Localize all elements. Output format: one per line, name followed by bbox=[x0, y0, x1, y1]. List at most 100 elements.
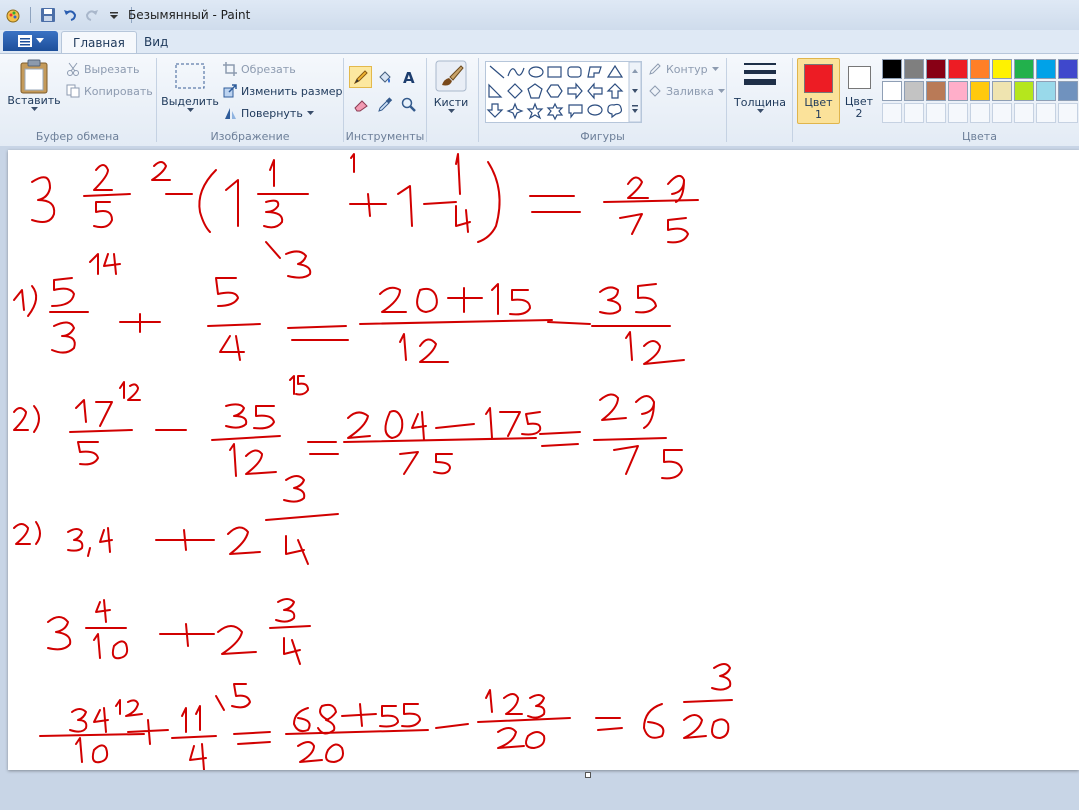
palette-color-swatch[interactable] bbox=[970, 81, 990, 101]
custom-color-slot[interactable] bbox=[904, 103, 924, 123]
outline-button[interactable]: Контур bbox=[648, 62, 719, 76]
palette-color-swatch[interactable] bbox=[1036, 59, 1056, 79]
outline-label: Контур bbox=[666, 62, 708, 76]
color2-button[interactable]: Цвет 2 bbox=[843, 58, 875, 122]
tab-home[interactable]: Главная bbox=[61, 31, 137, 54]
oval-callout-shape-icon bbox=[587, 104, 603, 116]
custom-color-slot[interactable] bbox=[926, 103, 946, 123]
shapes-gallery bbox=[485, 61, 642, 123]
copy-label: Копировать bbox=[84, 84, 153, 98]
quick-access-toolbar bbox=[4, 6, 136, 24]
select-button[interactable]: Выделить bbox=[161, 62, 219, 113]
canvas-area bbox=[0, 146, 1079, 810]
outline-pen-icon bbox=[649, 63, 661, 75]
six-point-star-shape-icon bbox=[546, 102, 564, 121]
custom-color-slot[interactable] bbox=[948, 103, 968, 123]
custom-color-slot[interactable] bbox=[1014, 103, 1034, 123]
save-icon[interactable] bbox=[39, 6, 57, 24]
palette-color-swatch[interactable] bbox=[926, 59, 946, 79]
title-bar: Безымянный - Paint bbox=[0, 0, 1079, 31]
palette-color-swatch[interactable] bbox=[992, 81, 1012, 101]
chevron-down-icon bbox=[717, 88, 725, 93]
clipboard-icon bbox=[20, 59, 48, 94]
crop-label: Обрезать bbox=[241, 62, 296, 76]
custom-color-slot[interactable] bbox=[1036, 103, 1056, 123]
brushes-label: Кисти bbox=[433, 96, 469, 109]
copy-button[interactable]: Копировать bbox=[66, 84, 153, 98]
palette-color-swatch[interactable] bbox=[926, 81, 946, 101]
redo-icon[interactable] bbox=[83, 6, 101, 24]
polygon-shape-icon bbox=[587, 66, 602, 78]
undo-icon[interactable] bbox=[61, 6, 79, 24]
palette-color-swatch[interactable] bbox=[992, 59, 1012, 79]
custom-color-slot[interactable] bbox=[970, 103, 990, 123]
palette-color-swatch[interactable] bbox=[1058, 81, 1078, 101]
palette-color-swatch[interactable] bbox=[970, 59, 990, 79]
palette-color-swatch[interactable] bbox=[948, 59, 968, 79]
chevron-down-icon bbox=[35, 38, 44, 43]
palette-color-swatch[interactable] bbox=[948, 81, 968, 101]
palette-color-swatch[interactable] bbox=[1014, 81, 1034, 101]
thickness-button[interactable]: Толщина bbox=[732, 62, 788, 114]
four-point-star-shape-icon bbox=[506, 102, 524, 120]
line-shape-icon bbox=[489, 65, 505, 79]
customize-qat-icon[interactable] bbox=[105, 6, 123, 24]
palette-color-swatch[interactable] bbox=[1014, 59, 1034, 79]
rotate-icon bbox=[225, 108, 236, 119]
scissors-icon bbox=[67, 62, 79, 76]
image-group-label: Изображение bbox=[210, 130, 290, 143]
magnifier-icon bbox=[401, 97, 416, 112]
palette-color-swatch[interactable] bbox=[882, 81, 902, 101]
up-arrow-shape-icon bbox=[606, 83, 624, 99]
color-picker-tool[interactable] bbox=[373, 94, 396, 116]
canvas-resize-handle[interactable] bbox=[585, 772, 591, 778]
svg-text:A: A bbox=[403, 69, 415, 85]
select-rect-icon bbox=[175, 63, 205, 89]
shapes-group-label: Фигуры bbox=[580, 130, 625, 143]
colors-group-label: Цвета bbox=[962, 130, 997, 143]
custom-color-slot[interactable] bbox=[1058, 103, 1078, 123]
chevron-down-icon bbox=[447, 109, 455, 113]
hexagon-shape-icon bbox=[546, 84, 563, 98]
paste-button[interactable]: Вставить bbox=[7, 58, 61, 112]
diamond-shape-icon bbox=[507, 83, 523, 99]
palette-color-swatch[interactable] bbox=[1036, 81, 1056, 101]
palette-color-swatch[interactable] bbox=[882, 59, 902, 79]
clipboard-group-label: Буфер обмена bbox=[35, 130, 120, 143]
rotate-button[interactable]: Повернуть bbox=[223, 106, 314, 120]
chevron-down-icon bbox=[186, 108, 194, 112]
cut-button[interactable]: Вырезать bbox=[66, 62, 139, 76]
custom-color-slot[interactable] bbox=[992, 103, 1012, 123]
cut-label: Вырезать bbox=[84, 62, 140, 76]
five-point-star-shape-icon bbox=[526, 102, 544, 120]
thickness-label: Толщина bbox=[734, 96, 786, 109]
divider bbox=[30, 7, 31, 23]
chevron-down-icon bbox=[756, 109, 764, 113]
color1-button[interactable]: Цвет 1 bbox=[797, 58, 840, 124]
fill-label: Заливка bbox=[666, 84, 714, 98]
copy-icon bbox=[66, 84, 80, 98]
palette-color-swatch[interactable] bbox=[904, 59, 924, 79]
right-arrow-shape-icon bbox=[567, 82, 583, 100]
drawing-canvas[interactable] bbox=[8, 150, 1079, 771]
fill-button[interactable]: Заливка bbox=[648, 84, 725, 98]
text-tool[interactable]: A bbox=[397, 66, 420, 88]
application-menu-button[interactable] bbox=[3, 31, 58, 51]
chevron-down-icon bbox=[306, 110, 314, 115]
paint-app-icon[interactable] bbox=[4, 6, 22, 24]
pencil-tool[interactable] bbox=[349, 66, 372, 88]
palette-color-swatch[interactable] bbox=[1058, 59, 1078, 79]
pentagon-shape-icon bbox=[527, 83, 543, 99]
fill-tool[interactable] bbox=[373, 66, 396, 88]
select-label: Выделить bbox=[161, 95, 219, 108]
tab-view[interactable]: Вид bbox=[133, 31, 179, 53]
palette-color-swatch[interactable] bbox=[904, 81, 924, 101]
rotate-label: Повернуть bbox=[241, 106, 303, 120]
custom-color-slot[interactable] bbox=[882, 103, 902, 123]
brushes-button[interactable]: Кисти bbox=[430, 60, 472, 114]
crop-button[interactable]: Обрезать bbox=[223, 62, 296, 76]
magnifier-tool[interactable] bbox=[397, 94, 420, 116]
down-arrow-shape-icon bbox=[486, 103, 504, 118]
resize-button[interactable]: Изменить размер bbox=[223, 84, 343, 98]
eraser-tool[interactable] bbox=[349, 94, 372, 116]
